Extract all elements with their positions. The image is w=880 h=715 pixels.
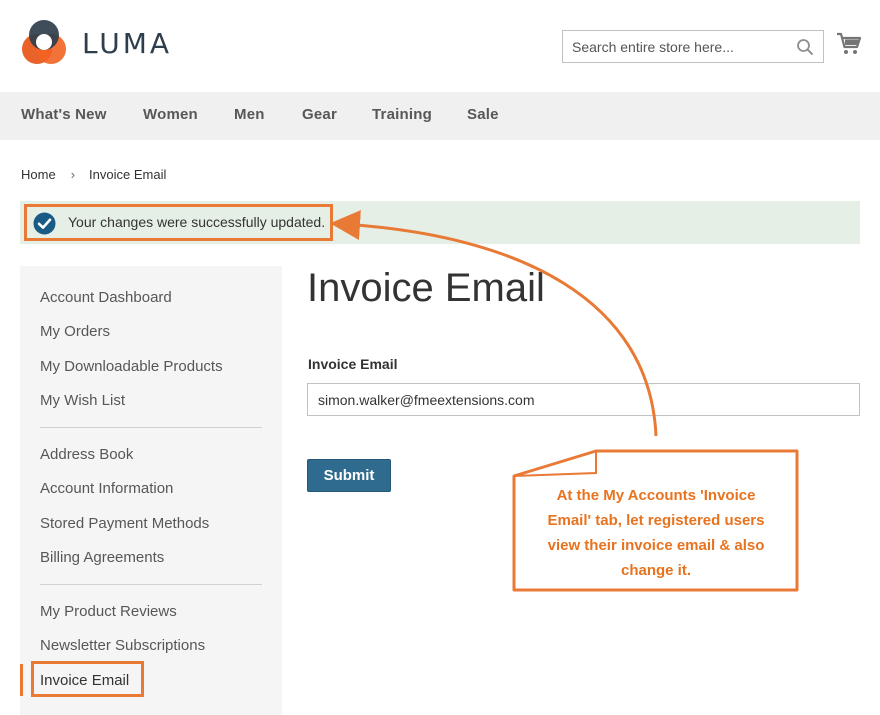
submit-button[interactable]: Submit bbox=[307, 459, 391, 492]
sidebar-divider bbox=[40, 584, 262, 585]
callout-line: view their invoice email & also bbox=[547, 537, 765, 554]
breadcrumb-current: Invoice Email bbox=[89, 167, 167, 182]
invoice-email-field[interactable] bbox=[307, 383, 860, 416]
search-box bbox=[562, 30, 824, 63]
cart-icon[interactable] bbox=[836, 32, 862, 56]
sidebar-item-my-wish-list[interactable]: My Wish List bbox=[40, 392, 125, 409]
sidebar-item-newsletter-subscriptions[interactable]: Newsletter Subscriptions bbox=[40, 637, 205, 654]
nav-item-sale[interactable]: Sale bbox=[467, 106, 499, 123]
sidebar-item-my-product-reviews[interactable]: My Product Reviews bbox=[40, 603, 177, 620]
callout-text: At the My Accounts 'Invoice Email' tab, … bbox=[518, 483, 794, 583]
luma-logo-icon bbox=[22, 20, 66, 64]
nav-item-women[interactable]: Women bbox=[143, 106, 198, 123]
sidebar-active-indicator bbox=[20, 664, 23, 696]
breadcrumb-home[interactable]: Home bbox=[21, 167, 56, 182]
sidebar-item-my-downloadable-products[interactable]: My Downloadable Products bbox=[40, 358, 223, 375]
sidebar-item-account-dashboard[interactable]: Account Dashboard bbox=[40, 289, 172, 306]
search-input[interactable] bbox=[563, 31, 788, 62]
brand-name: LUMA bbox=[82, 27, 173, 60]
success-message-text: Your changes were successfully updated. bbox=[68, 214, 326, 230]
callout-line: Email' tab, let registered users bbox=[547, 512, 765, 529]
sidebar-item-account-information[interactable]: Account Information bbox=[40, 480, 173, 497]
sidebar-divider bbox=[40, 427, 262, 428]
nav-item-men[interactable]: Men bbox=[234, 106, 265, 123]
page-title: Invoice Email bbox=[307, 266, 545, 310]
callout-line: change it. bbox=[620, 562, 691, 579]
main-navigation: What's New Women Men Gear Training Sale bbox=[0, 92, 880, 140]
check-circle-icon bbox=[33, 212, 56, 235]
luma-logo[interactable]: LUMA bbox=[20, 18, 180, 68]
nav-item-gear[interactable]: Gear bbox=[302, 106, 337, 123]
breadcrumb-separator: › bbox=[70, 167, 76, 182]
sidebar-item-billing-agreements[interactable]: Billing Agreements bbox=[40, 549, 164, 566]
site-header: LUMA bbox=[0, 0, 880, 92]
nav-item-training[interactable]: Training bbox=[372, 106, 432, 123]
callout-line: At the My Accounts 'Invoice bbox=[556, 487, 756, 504]
invoice-email-label: Invoice Email bbox=[308, 356, 398, 372]
sidebar-item-stored-payment-methods[interactable]: Stored Payment Methods bbox=[40, 515, 209, 532]
breadcrumb: Home › Invoice Email bbox=[21, 167, 166, 182]
nav-item-whats-new[interactable]: What's New bbox=[21, 106, 107, 123]
sidebar-item-invoice-email[interactable]: Invoice Email bbox=[40, 672, 129, 689]
search-icon[interactable] bbox=[796, 38, 814, 56]
sidebar-item-address-book[interactable]: Address Book bbox=[40, 446, 133, 463]
sidebar-item-my-orders[interactable]: My Orders bbox=[40, 323, 110, 340]
